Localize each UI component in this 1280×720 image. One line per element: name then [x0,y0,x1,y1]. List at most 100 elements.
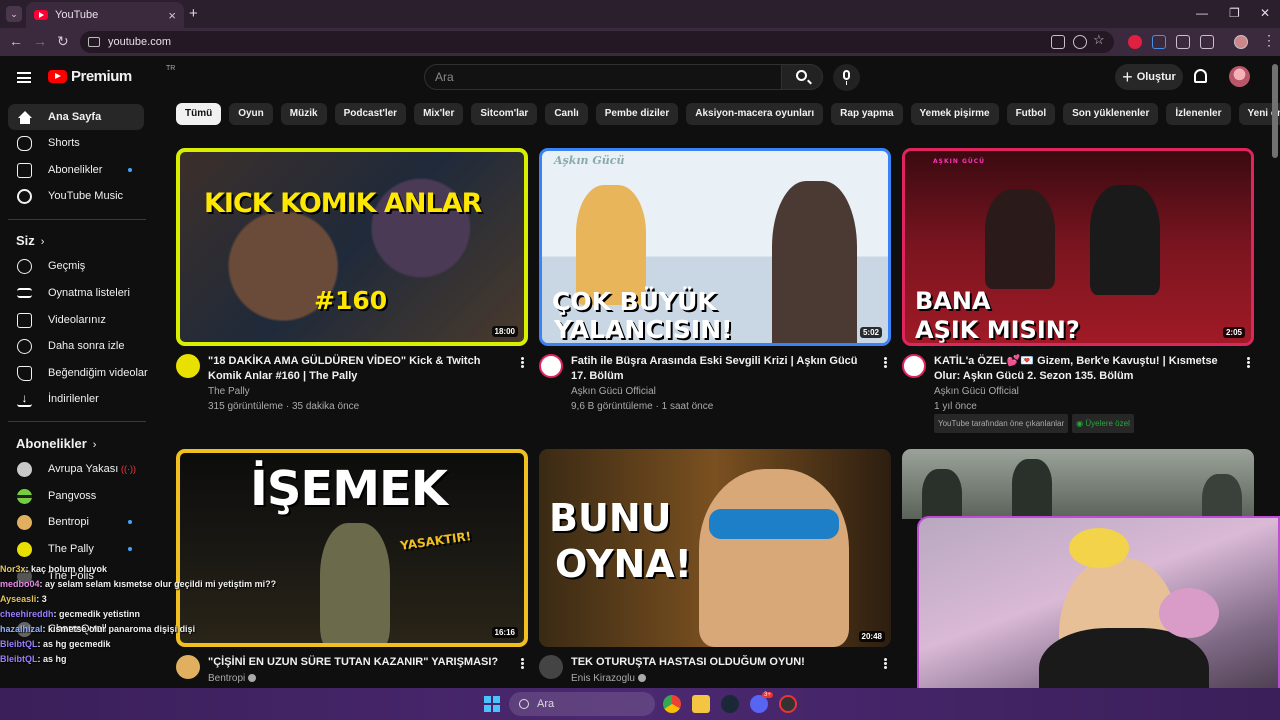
channel-avatar[interactable] [539,655,563,679]
sidebar-item-playlists[interactable]: Oynatma listeleri [8,280,144,306]
sidebar-item-history[interactable]: Geçmiş [8,253,144,279]
maximize-icon[interactable]: ❐ [1229,6,1240,20]
video-title[interactable]: KATİL'a ÖZEL💕💌 Gizem, Berk'e Kavuştu! | … [934,354,1234,384]
more-options-icon[interactable] [884,357,887,368]
more-options-icon[interactable] [884,658,887,669]
extension-red-icon[interactable] [1128,35,1142,49]
sidebar-item-youtube-music[interactable]: YouTube Music [8,183,144,209]
channel-avatar[interactable] [176,354,200,378]
video-thumbnail[interactable] [902,449,1254,519]
channel-name[interactable]: Enis Kirazoglu [571,671,646,686]
more-options-icon[interactable] [521,658,524,669]
account-avatar[interactable] [1229,66,1250,87]
extensions-puzzle-icon[interactable] [1200,35,1214,49]
sidebar-item-liked-videos[interactable]: Beğendiğim videolar [8,360,148,386]
more-options-icon[interactable] [521,357,524,368]
chat-username[interactable]: medbo04 [0,579,40,589]
chrome-icon[interactable] [663,695,681,713]
video-thumbnail[interactable]: AŞKIN GÜCÜ BANA AŞIK MISIN? 2:05 [902,148,1254,346]
chat-text: : ay selam selam kısmetse olur geçildi m… [39,579,277,589]
chip[interactable]: Yemek pişirme [910,103,999,125]
sidebar-item-your-videos[interactable]: Videolarınız [8,307,144,333]
sidebar-item-shorts[interactable]: Shorts [8,130,144,156]
sidebar-sub-bentropi[interactable]: Bentropi [8,509,144,535]
chat-username[interactable]: Nor3x [0,564,26,574]
bookmark-star-icon[interactable]: ☆ [1093,32,1105,48]
search-input[interactable]: Ara [424,64,782,90]
chat-username[interactable]: hazalhizal [0,624,43,634]
extension-box-icon[interactable] [1176,35,1190,49]
file-explorer-icon[interactable] [692,695,710,713]
chip[interactable]: Sitcom'lar [471,103,538,125]
channel-name[interactable]: Aşkın Gücü Official [934,384,1019,399]
chip[interactable]: Mix'ler [414,103,464,125]
notifications-bell-icon[interactable] [1194,69,1207,83]
video-thumbnail[interactable]: BUNU OYNA! 20:48 [539,449,891,647]
new-tab-icon[interactable]: + [189,5,198,22]
chat-username[interactable]: cheehireddh [0,609,54,619]
more-options-icon[interactable] [1247,357,1250,368]
eye-off-icon[interactable] [1073,35,1087,49]
sidebar-item-downloads[interactable]: ↓ İndirilenler [8,386,144,412]
channel-name[interactable]: Aşkın Gücü Official [571,384,656,399]
sidebar-item-home[interactable]: Ana Sayfa [8,104,144,130]
sidebar-item-subscriptions[interactable]: Abonelikler [8,157,144,183]
reload-icon[interactable]: ↻ [57,33,69,50]
chip[interactable]: Tümü [176,103,222,125]
channel-name[interactable]: Bentropi [208,671,257,686]
browser-tab[interactable]: YouTube × [26,2,184,28]
chat-username[interactable]: Ayseasli [0,594,36,604]
menu-icon[interactable] [17,72,31,83]
voice-search-button[interactable] [833,64,860,91]
chip[interactable]: Aksiyon-macera oyunları [686,103,824,125]
address-bar[interactable]: youtube.com [80,31,1114,53]
create-button[interactable]: + Oluştur [1115,64,1183,90]
chip[interactable]: Canlı [545,103,588,125]
chip[interactable]: Rap yapma [831,103,903,125]
video-thumbnail[interactable]: KICK KOMIK ANLAR #160 18:00 [176,148,528,346]
extension-blue-icon[interactable] [1152,35,1166,49]
obs-icon[interactable] [779,695,797,713]
chat-username[interactable]: BleibtQL [0,654,38,664]
blue-mask [709,509,839,539]
video-title[interactable]: "ÇİŞİNİ EN UZUN SÜRE TUTAN KAZANIR" YARI… [208,655,508,670]
chip[interactable]: Pembe diziler [595,103,679,125]
sidebar-item-watch-later[interactable]: Daha sonra izle [8,333,144,359]
profile-icon[interactable] [1234,35,1248,49]
steam-icon[interactable] [721,695,739,713]
youtube-premium-logo[interactable]: Premium TR [48,65,175,85]
sidebar-sub-pangvoss[interactable]: Pangvoss [8,483,144,509]
minimize-icon[interactable]: — [1196,6,1208,20]
chip[interactable]: Oyun [229,103,273,125]
browser-menu-icon[interactable]: ⋮ [1262,32,1276,49]
chip[interactable]: İzlenenler [1166,103,1231,125]
channel-avatar[interactable] [902,354,926,378]
sidebar-sub-avrupa-yakasi[interactable]: Avrupa Yakası ((·)) [8,456,144,482]
thumbnail-text: BANA [915,287,991,315]
video-title[interactable]: TEK OTURUŞTA HASTASI OLDUĞUM OYUN! [571,655,871,670]
forward-icon[interactable]: → [33,33,47,49]
channel-name[interactable]: The Pally [208,384,250,399]
page-scrollbar[interactable] [1272,64,1278,158]
site-info-icon[interactable] [88,37,100,47]
video-title[interactable]: "18 DAKİKA AMA GÜLDÜREN VİDEO" Kick & Tw… [208,354,508,384]
chip[interactable]: Futbol [1006,103,1056,125]
video-thumbnail[interactable]: Aşkın Gücü ÇOK BÜYÜK YALANCISIN! 5:02 [539,148,891,346]
subscriptions-heading[interactable]: Abonelikler › [16,436,96,451]
cast-icon[interactable] [1051,35,1065,49]
sidebar-sub-the-pally[interactable]: The Pally [8,536,144,562]
video-title[interactable]: Fatih ile Büşra Arasında Eski Sevgili Kr… [571,354,871,384]
windows-start-icon[interactable] [484,696,500,712]
you-heading[interactable]: Siz › [16,233,44,248]
close-window-icon[interactable]: ✕ [1260,6,1270,20]
tab-search-icon[interactable]: ⌄ [6,6,22,22]
taskbar-search[interactable]: Ara [509,692,655,716]
chip[interactable]: Müzik [280,103,327,125]
search-button[interactable] [781,64,823,90]
chat-username[interactable]: BleibtQL [0,639,38,649]
chip[interactable]: Son yüklenenler [1063,103,1159,125]
back-icon[interactable]: ← [9,33,23,49]
chip[interactable]: Podcast'ler [334,103,407,125]
channel-avatar[interactable] [539,354,563,378]
close-tab-icon[interactable]: × [168,8,176,23]
